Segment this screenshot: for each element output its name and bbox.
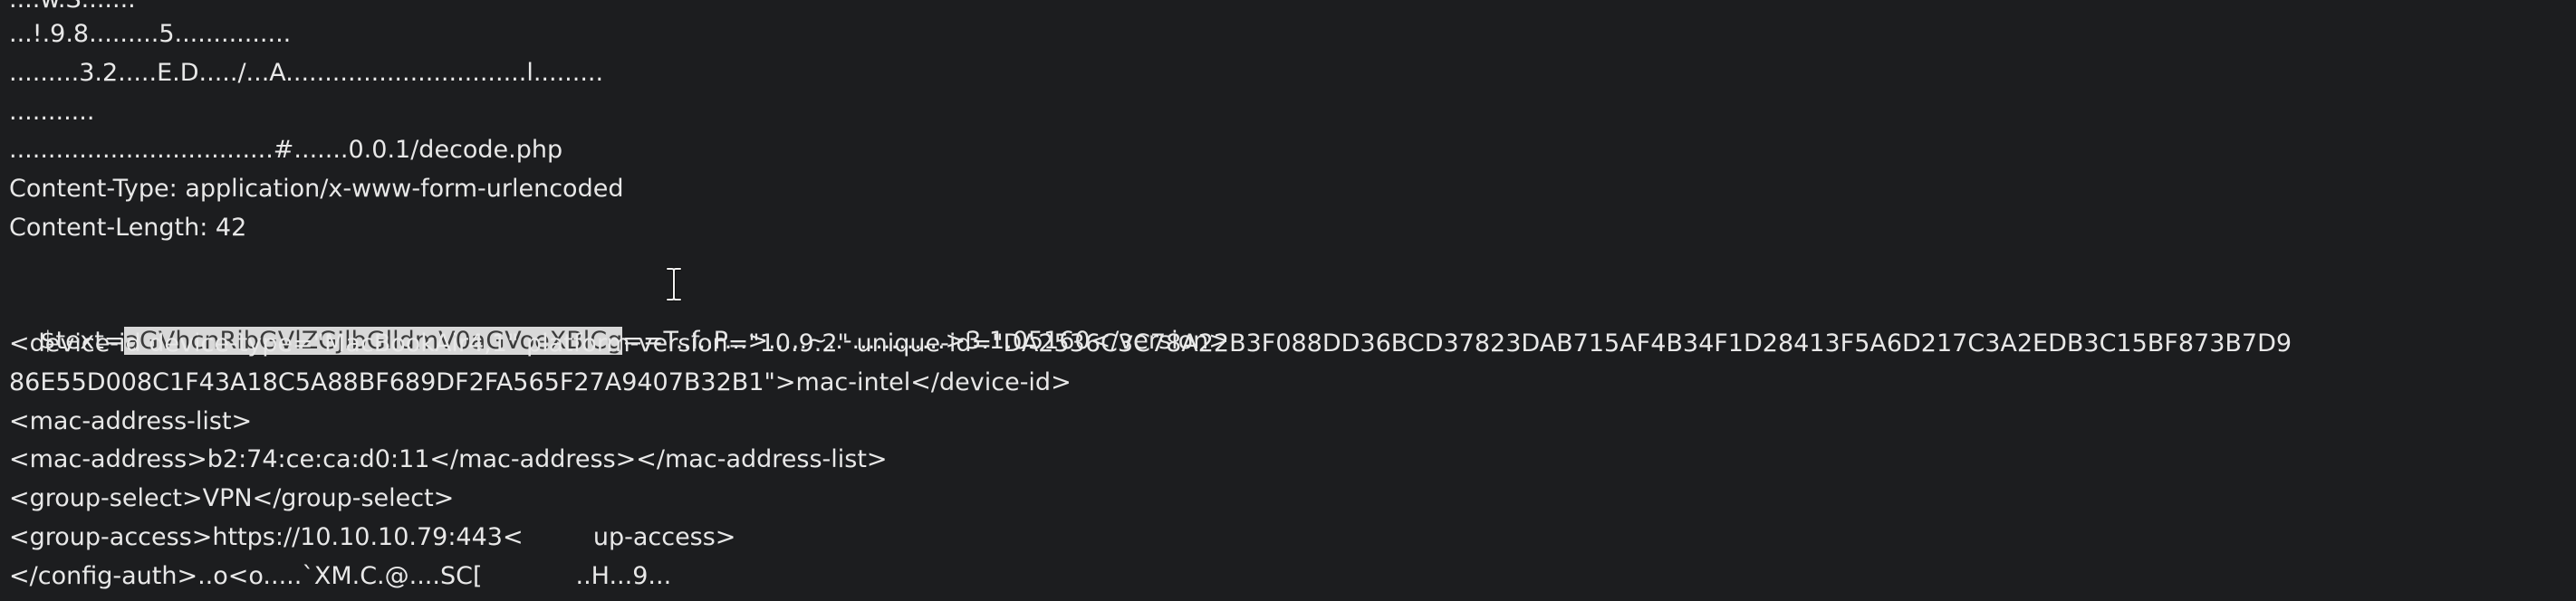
terminal-line: <mac-address-list> — [9, 407, 253, 435]
terminal-line: ........... — [9, 98, 95, 126]
terminal-output[interactable]: ....w.S....... ...!.9.8.........5.......… — [0, 0, 2576, 601]
terminal-line: .........3.2.....E.D...../...A..........… — [9, 59, 604, 87]
terminal-line: 86E55D008C1F43A18C5A88BF689DF2FA565F27A9… — [9, 368, 1072, 396]
terminal-line: <group-select>VPN</group-select> — [9, 484, 455, 512]
text-ibeam-cursor-icon — [664, 266, 684, 302]
terminal-line: <group-access>https://10.10.10.79:443< u… — [9, 523, 736, 551]
terminal-line: <device-id device-type="MacBookAir4,1" p… — [9, 329, 2292, 358]
terminal-line: </config-auth>..o<o.....`XM.C.@....SC[ .… — [9, 562, 672, 590]
terminal-line: ....w.S....... — [9, 0, 136, 18]
terminal-line: ...!.9.8.........5............... — [9, 20, 292, 48]
terminal-line-text-param[interactable]: $text=aGVhcnRibGVlZGJlbGlldmV0aGVoeXBlCg… — [9, 287, 1229, 355]
terminal-line: Content-Type: application/x-www-form-url… — [9, 175, 624, 203]
terminal-line: <mac-address>b2:74:ce:ca:d0:11</mac-addr… — [9, 445, 888, 473]
terminal-line: Content-Length: 42 — [9, 214, 247, 242]
terminal-line: ..................................#.....… — [9, 136, 563, 164]
